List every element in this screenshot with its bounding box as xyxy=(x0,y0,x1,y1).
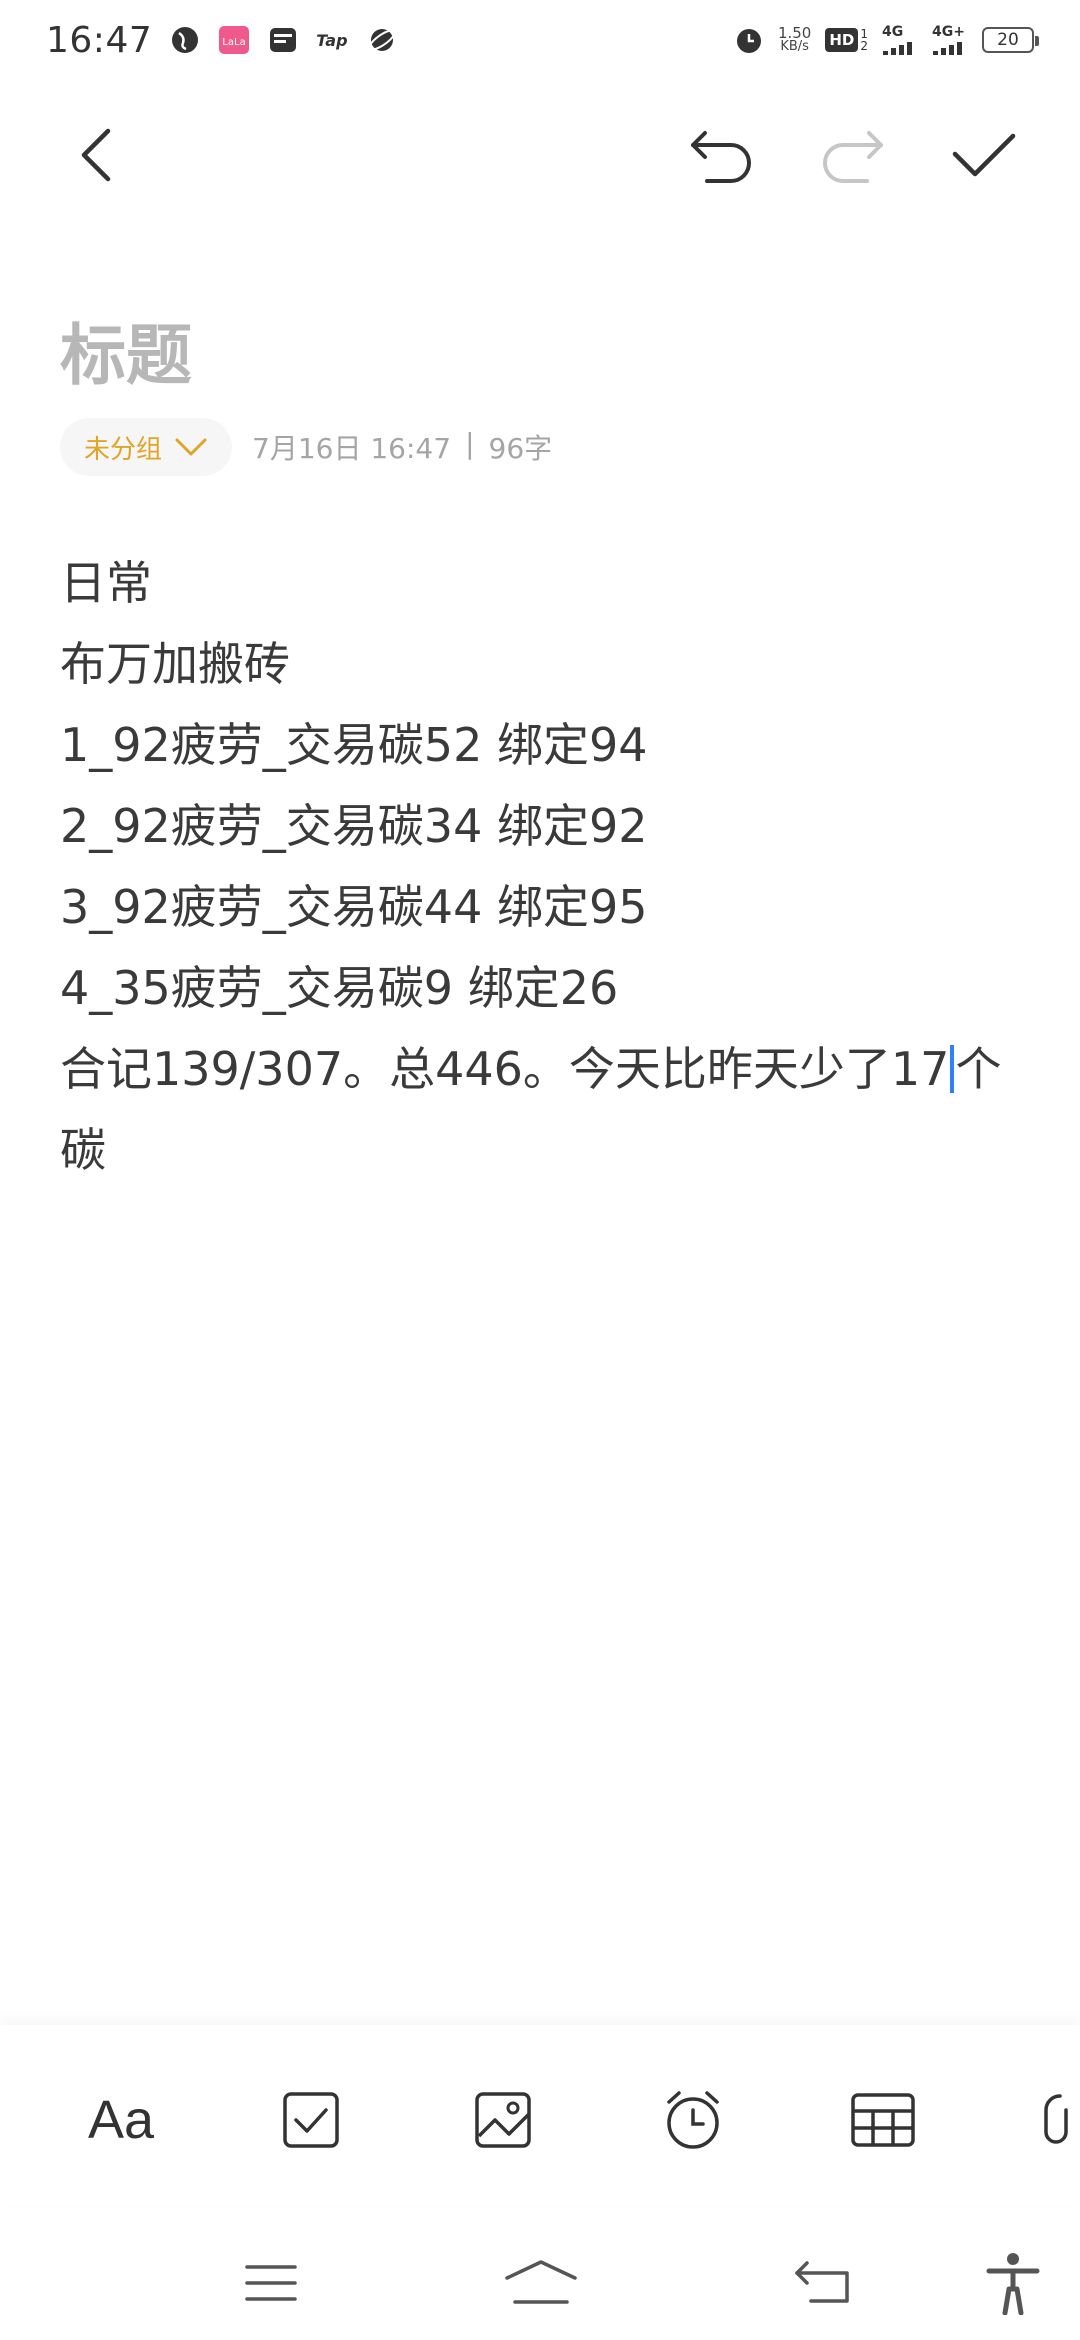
alarm-icon xyxy=(667,2091,719,2149)
body-line: 碳 xyxy=(60,1123,106,1177)
meta-separator: | xyxy=(465,427,475,460)
redo-button[interactable] xyxy=(812,120,892,190)
undo-icon xyxy=(691,131,751,183)
signal-icon-sim2: 4G+ xyxy=(932,25,968,55)
confirm-button[interactable] xyxy=(944,120,1024,190)
text-cursor xyxy=(950,1045,955,1093)
body-line: 合记139/307。总446。今天比昨天少了17 个 xyxy=(60,1029,1030,1110)
note-meta: 未分组 7月16日 16:47 | 96字 xyxy=(60,418,552,476)
format-toolbar: Aa xyxy=(0,2025,1080,2205)
chevron-down-icon xyxy=(175,438,207,456)
note-editor-screen: 16:47 LaLa Tap 1.50 KB/s HD 1 2 4G 4G+ 2… xyxy=(0,0,1080,2340)
body-line: 1_92疲劳_交易碳52 绑定94 xyxy=(60,718,648,772)
body-text-after-cursor: 个 xyxy=(955,1042,1002,1096)
battery-icon: 20 xyxy=(982,27,1039,53)
body-line: 布万加搬砖 xyxy=(60,637,290,691)
undo-button[interactable] xyxy=(682,120,762,190)
image-icon xyxy=(475,2092,531,2148)
accessibility-icon xyxy=(986,2253,1040,2315)
group-selector[interactable]: 未分组 xyxy=(60,418,233,476)
insert-table-button[interactable] xyxy=(838,2080,928,2160)
hd-voice-icon: HD 12 xyxy=(825,28,868,52)
body-line: 4_35疲劳_交易碳9 绑定26 xyxy=(60,961,619,1015)
status-bar: 16:47 LaLa Tap 1.50 KB/s HD 1 2 4G 4G+ 2… xyxy=(0,0,1080,80)
note-date: 7月16日 16:47 xyxy=(252,432,452,465)
editor-toolbar xyxy=(0,100,1080,210)
body-line: 日常 xyxy=(60,556,152,610)
chevron-left-icon xyxy=(81,128,111,182)
back-icon xyxy=(795,2261,849,2303)
lala-app-icon: LaLa xyxy=(218,25,250,55)
menu-icon xyxy=(245,2265,297,2301)
accessibility-button[interactable] xyxy=(968,2248,1058,2318)
planet-icon xyxy=(366,25,398,55)
tap-app-icon: Tap xyxy=(316,30,348,50)
checklist-button[interactable] xyxy=(266,2080,356,2160)
body-line: 2_92疲劳_交易碳34 绑定92 xyxy=(60,799,648,853)
body-text-before-cursor: 合记139/307。总446。今天比昨天少了17 xyxy=(60,1042,950,1096)
reminder-button[interactable] xyxy=(648,2080,738,2160)
recent-apps-button[interactable] xyxy=(226,2248,316,2318)
note-body-editor[interactable]: 日常 布万加搬砖 1_92疲劳_交易碳52 绑定94 2_92疲劳_交易碳34 … xyxy=(60,543,1030,1191)
back-button[interactable] xyxy=(56,120,136,190)
status-time: 16:47 xyxy=(46,19,153,61)
redo-icon xyxy=(823,131,883,183)
home-button[interactable] xyxy=(496,2248,586,2318)
globe-icon xyxy=(170,25,200,55)
insert-image-button[interactable] xyxy=(458,2080,548,2160)
text-style-button[interactable]: Aa xyxy=(76,2080,166,2160)
wallet-icon xyxy=(268,25,298,55)
system-back-button[interactable] xyxy=(778,2248,868,2318)
attachment-button[interactable] xyxy=(1030,2080,1080,2160)
system-nav-bar xyxy=(0,2230,1080,2340)
note-title-input[interactable]: 标题 xyxy=(60,302,192,398)
signal-icon-sim1: 4G xyxy=(882,25,918,55)
table-icon xyxy=(851,2093,915,2147)
text-style-label: Aa xyxy=(87,2090,155,2150)
svg-text:LaLa: LaLa xyxy=(223,37,246,48)
network-speed: 1.50 KB/s xyxy=(777,24,812,54)
word-count: 96字 xyxy=(488,432,553,465)
home-icon xyxy=(505,2260,577,2304)
checkbox-icon xyxy=(283,2092,339,2148)
body-line: 3_92疲劳_交易碳44 绑定95 xyxy=(60,880,648,934)
alarm-status-icon xyxy=(734,25,764,55)
check-icon xyxy=(952,133,1016,177)
group-label: 未分组 xyxy=(84,434,163,465)
attachment-icon xyxy=(1044,2094,1068,2144)
